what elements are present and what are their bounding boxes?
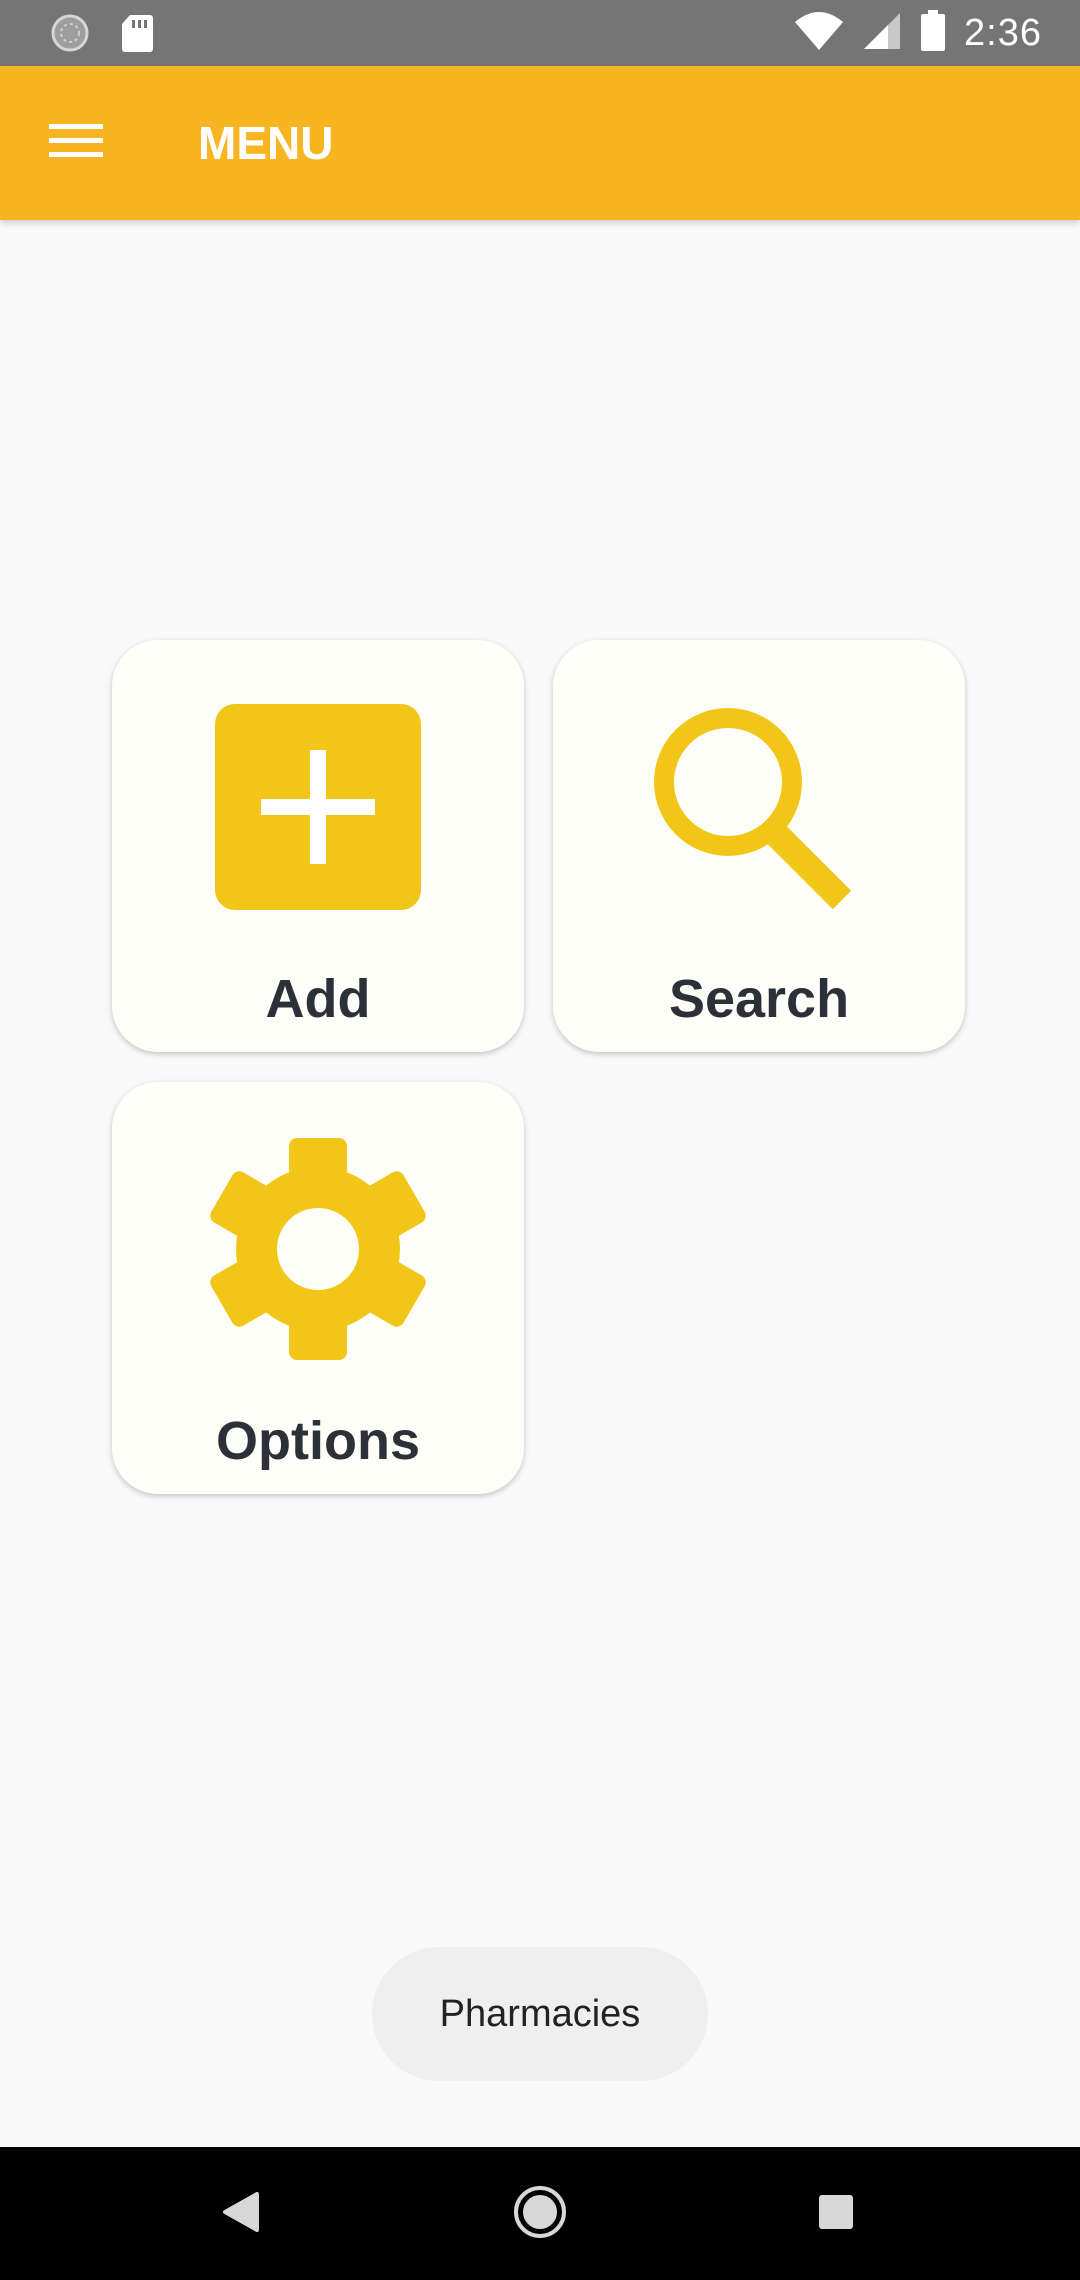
search-label: Search xyxy=(668,969,850,1029)
options-tile[interactable]: Options xyxy=(112,1082,524,1494)
sd-card-icon xyxy=(120,13,154,58)
gear-icon xyxy=(207,1138,429,1365)
sync-icon xyxy=(50,13,90,58)
recents-icon xyxy=(817,2193,855,2236)
menu-button[interactable] xyxy=(40,111,112,175)
add-label: Add xyxy=(265,969,371,1029)
back-icon xyxy=(221,2190,261,2239)
signal-icon xyxy=(862,11,902,56)
status-time: 2:36 xyxy=(964,12,1042,54)
navigation-bar xyxy=(0,2147,1080,2280)
battery-icon xyxy=(920,10,946,57)
search-icon xyxy=(654,706,864,921)
app-bar: MENU xyxy=(0,66,1080,220)
home-icon xyxy=(512,2184,568,2245)
add-icon xyxy=(215,704,421,915)
back-button[interactable] xyxy=(210,2183,272,2245)
search-tile[interactable]: Search xyxy=(553,640,965,1052)
page-title: MENU xyxy=(198,117,334,169)
toast-text: Pharmacies xyxy=(439,1992,641,2035)
hamburger-icon xyxy=(49,121,103,166)
options-label: Options xyxy=(216,1411,420,1471)
status-bar: 2:36 xyxy=(0,0,1080,66)
wifi-icon xyxy=(794,10,844,57)
toast-message: Pharmacies xyxy=(372,1947,708,2081)
home-button[interactable] xyxy=(509,2183,571,2245)
add-tile[interactable]: Add xyxy=(112,640,524,1052)
recents-button[interactable] xyxy=(805,2183,867,2245)
